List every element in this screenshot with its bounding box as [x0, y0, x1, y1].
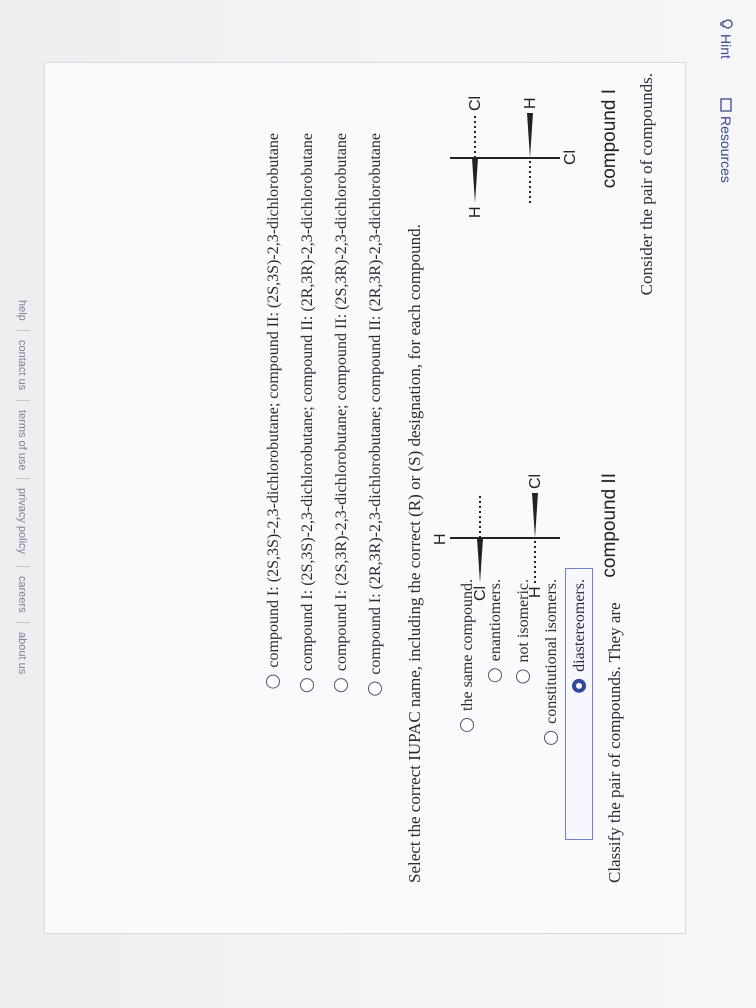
hint-label: Hint	[718, 34, 734, 59]
classify-option-label: diastereomers.	[571, 579, 588, 672]
atom-cl: Cl	[467, 96, 484, 111]
radio-icon[interactable]	[368, 681, 382, 696]
footer-link[interactable]: contact us	[16, 340, 28, 390]
classify-option[interactable]: the same compound.	[459, 579, 477, 732]
footer-link[interactable]: about us	[16, 632, 28, 674]
radio-icon[interactable]	[488, 668, 502, 683]
iupac-option[interactable]: compound I: (2R,3R)-2,3-dichlorobutane; …	[367, 133, 385, 696]
classify-option[interactable]: enantiomers.	[487, 579, 505, 683]
lightbulb-icon	[716, 18, 733, 30]
divider	[16, 478, 30, 479]
iupac-option-label: compound I: (2R,3R)-2,3-dichlorobutane; …	[367, 133, 384, 675]
atom-cl: Cl	[562, 150, 579, 165]
footer-link[interactable]: privacy policy	[16, 488, 28, 554]
book-icon	[717, 98, 733, 112]
resources-label: Resources	[718, 116, 734, 183]
iupac-option-label: compound I: (2S,3S)-2,3-dichlorobutane; …	[299, 133, 316, 672]
iupac-option[interactable]: compound I: (2S,3S)-2,3-dichlorobutane; …	[299, 133, 317, 693]
classify-option[interactable]: not isomeric.	[515, 579, 533, 684]
classify-option-label: the same compound.	[459, 579, 476, 711]
atom-cl: Cl	[527, 474, 544, 489]
footer-link[interactable]: terms of use	[16, 410, 28, 471]
radio-icon[interactable]	[266, 674, 280, 689]
divider	[16, 400, 30, 401]
classify-prompt-text: Classify the pair of compounds. They are	[605, 602, 624, 883]
footer: help contact us terms of use privacy pol…	[0, 0, 36, 1008]
iupac-option[interactable]: compound I: (2S,3S)-2,3-dichlorobutane; …	[265, 133, 283, 689]
radio-icon[interactable]	[460, 717, 474, 732]
footer-link[interactable]: help	[16, 300, 28, 321]
radio-icon[interactable]	[334, 678, 348, 693]
atom-h: H	[432, 533, 449, 545]
footer-link[interactable]: careers	[16, 576, 28, 613]
intro-text: Consider the pair of compounds.	[637, 73, 656, 296]
iupac-prompt: Select the correct IUPAC name, including…	[405, 224, 424, 883]
classify-option[interactable]: diastereomers.	[571, 579, 589, 693]
radio-icon[interactable]	[300, 678, 314, 693]
divider	[16, 330, 30, 331]
hint-link[interactable]: Hint	[716, 18, 734, 59]
compound1-structure: H Cl H Cl	[425, 73, 585, 243]
divider	[16, 622, 30, 623]
radio-icon[interactable]	[516, 669, 530, 684]
iupac-option-label: compound I: (2S,3S)-2,3-dichlorobutane; …	[265, 133, 282, 668]
classify-option-label: enantiomers.	[487, 579, 504, 662]
iupac-option-label: compound I: (2S,3R)-2,3-dichlorobutane; …	[333, 133, 350, 672]
question-card: Consider the pair of compounds. compound…	[44, 62, 686, 934]
atom-h: H	[467, 206, 484, 218]
compound2-structure: H Cl H Cl	[425, 453, 585, 623]
compound1-title: compound I	[599, 89, 620, 189]
divider	[16, 566, 30, 567]
resources-link[interactable]: Resources	[717, 98, 734, 183]
iupac-option[interactable]: compound I: (2S,3R)-2,3-dichlorobutane; …	[333, 133, 351, 693]
classify-option-label: not isomeric.	[515, 579, 532, 663]
compound2-title: compound II	[599, 473, 620, 578]
radio-selected-icon[interactable]	[572, 678, 586, 693]
atom-h: H	[522, 97, 539, 109]
rotated-page: Hint Resources Consider the pair of comp…	[0, 0, 756, 1008]
classify-option-label: constitutional isomers.	[543, 579, 560, 724]
top-bar: Hint Resources	[694, 0, 756, 1008]
classify-option[interactable]: constitutional isomers.	[543, 579, 561, 745]
radio-icon[interactable]	[544, 730, 558, 745]
